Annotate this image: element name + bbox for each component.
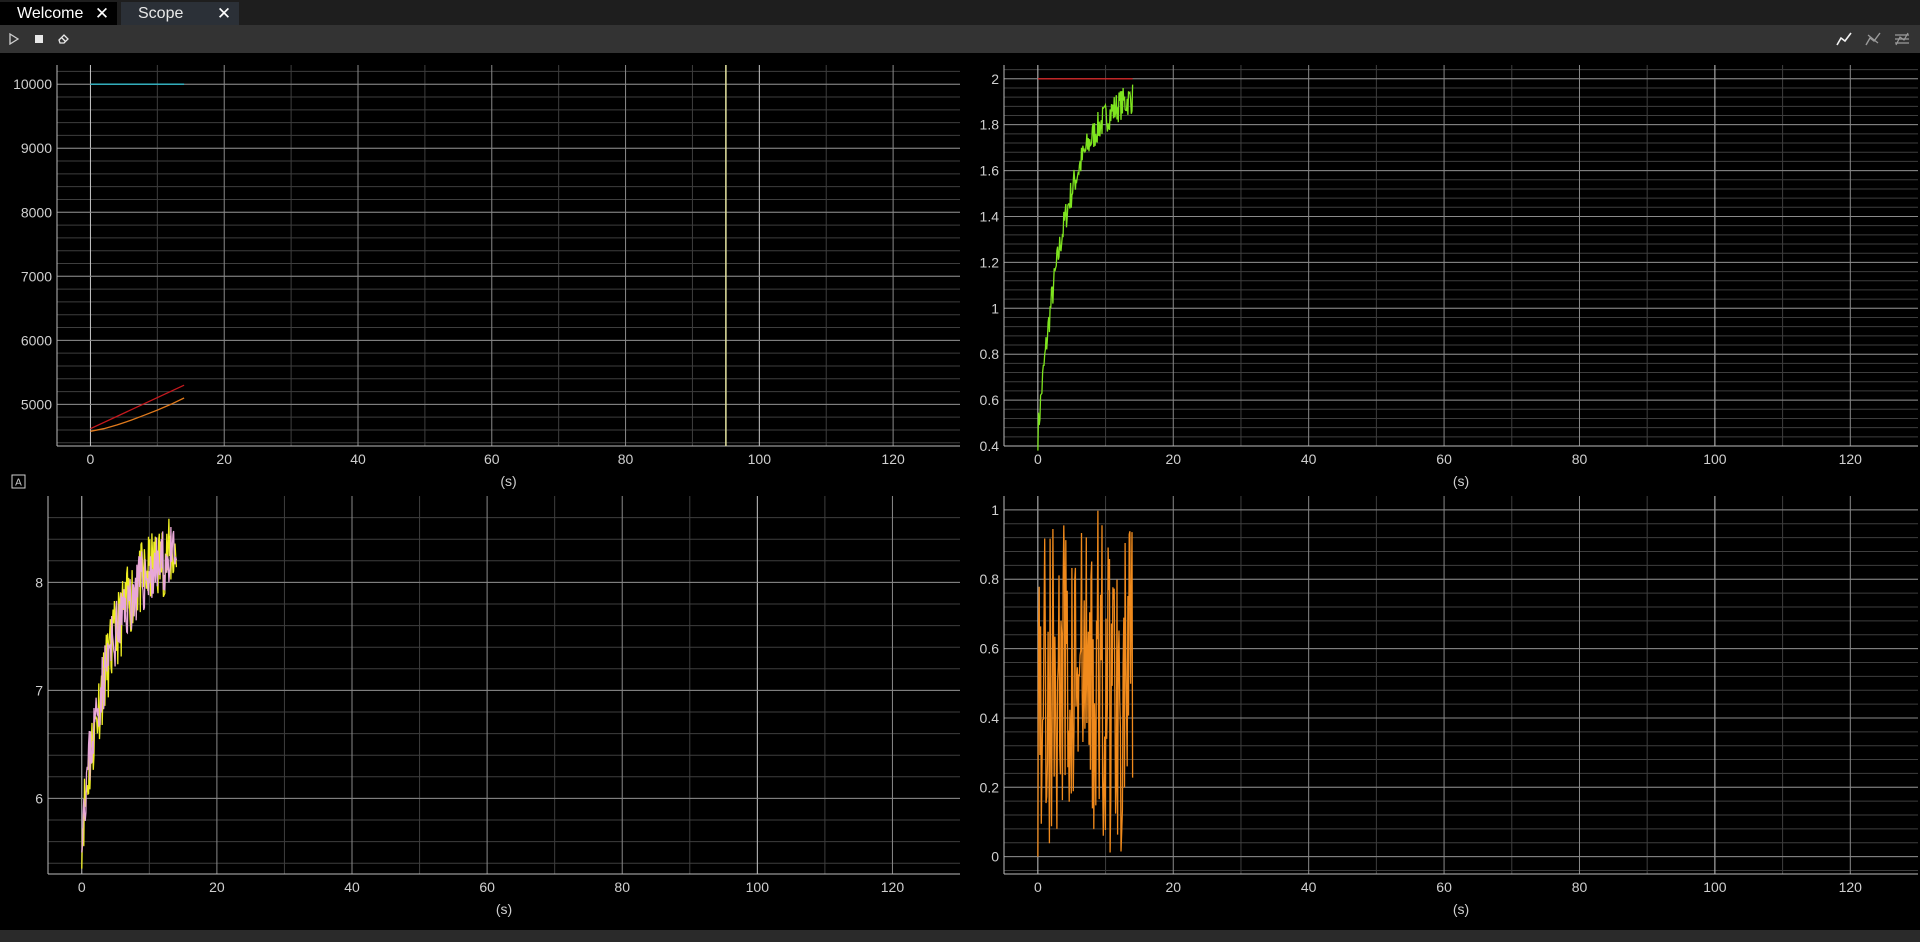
y-tick-label: 0.6 — [980, 641, 1000, 657]
y-tick-label: 10000 — [13, 76, 52, 92]
tab-welcome-label: Welcome — [17, 4, 84, 22]
series-line — [81, 526, 178, 853]
x-tick-label: 40 — [1301, 451, 1317, 467]
tab-bar: Welcome ✕ Scope ✕ — [0, 0, 1920, 25]
crossed-plot-icon[interactable] — [1864, 25, 1882, 53]
y-tick-label: 7 — [35, 682, 43, 698]
autoscale-icon[interactable]: A — [11, 474, 26, 489]
x-tick-label: 60 — [484, 451, 500, 467]
y-tick-label: 8 — [35, 574, 43, 590]
y-tick-label: 1.6 — [980, 163, 1000, 179]
x-tick-label: 120 — [1839, 879, 1863, 895]
line-plot-icon[interactable] — [1835, 25, 1853, 53]
y-tick-label: 5000 — [21, 396, 52, 412]
y-tick-label: 0 — [991, 849, 999, 865]
x-tick-label: 120 — [1839, 451, 1863, 467]
play-icon[interactable] — [6, 25, 22, 53]
x-tick-label: 80 — [1572, 879, 1588, 895]
y-tick-label: 6 — [35, 790, 43, 806]
x-tick-label: 0 — [78, 879, 86, 895]
y-tick-label: 1 — [991, 300, 999, 316]
y-tick-label: 1.4 — [980, 208, 1000, 224]
series-line — [1037, 84, 1134, 451]
x-tick-label: 20 — [209, 879, 225, 895]
x-tick-label: 0 — [1034, 451, 1042, 467]
x-tick-label: 40 — [1301, 879, 1317, 895]
x-tick-label: 60 — [479, 879, 495, 895]
x-tick-label: 20 — [216, 451, 232, 467]
x-axis-label: (s) — [500, 473, 516, 489]
x-tick-label: 40 — [350, 451, 366, 467]
y-tick-label: 0.6 — [980, 392, 1000, 408]
stop-icon[interactable] — [31, 25, 47, 53]
x-tick-label: 100 — [746, 879, 770, 895]
tab-scope-label: Scope — [138, 4, 184, 22]
series-line — [81, 518, 178, 869]
y-tick-label: 7000 — [21, 268, 52, 284]
x-tick-label: 20 — [1165, 879, 1181, 895]
series-line — [1037, 510, 1134, 857]
scope-plots: A 0 20 40 60 80 100 120 5000 6000 7000 8000 9000 100… — [0, 53, 1920, 930]
y-tick-label: 6000 — [21, 332, 52, 348]
eraser-icon[interactable] — [55, 25, 71, 53]
x-tick-label: 80 — [614, 879, 630, 895]
y-tick-label: 1 — [991, 502, 999, 518]
y-tick-label: 1.8 — [980, 117, 1000, 133]
x-tick-label: 0 — [1034, 879, 1042, 895]
tab-scope[interactable]: Scope ✕ — [121, 2, 239, 25]
x-tick-label: 120 — [881, 879, 905, 895]
svg-text:A: A — [15, 478, 22, 489]
x-tick-label: 80 — [1572, 451, 1588, 467]
x-axis-label: (s) — [1453, 901, 1469, 917]
x-axis-label: (s) — [496, 901, 512, 917]
x-tick-label: 40 — [344, 879, 360, 895]
scope-plots-svg: A 0 20 40 60 80 100 12050006000700080009000100… — [11, 65, 1918, 917]
x-tick-label: 100 — [1703, 879, 1727, 895]
y-tick-label: 0.4 — [980, 438, 1000, 454]
y-tick-label: 0.8 — [980, 346, 1000, 362]
toolbar — [0, 25, 1920, 53]
x-axis-label: (s) — [1453, 473, 1469, 489]
x-tick-label: 60 — [1436, 451, 1452, 467]
y-tick-label: 0.4 — [980, 710, 1000, 726]
status-bar — [0, 930, 1920, 942]
y-tick-label: 2 — [991, 71, 999, 87]
y-tick-label: 8000 — [21, 204, 52, 220]
tab-welcome[interactable]: Welcome ✕ — [0, 2, 117, 25]
close-icon[interactable]: ✕ — [93, 2, 111, 25]
series-line — [90, 397, 185, 432]
y-tick-label: 1.2 — [980, 254, 1000, 270]
x-tick-label: 80 — [618, 451, 634, 467]
x-tick-label: 20 — [1165, 451, 1181, 467]
x-tick-label: 100 — [1703, 451, 1727, 467]
y-tick-label: 0.8 — [980, 571, 1000, 587]
y-tick-label: 9000 — [21, 140, 52, 156]
plot-settings-icon[interactable] — [1893, 25, 1911, 53]
y-tick-label: 0.2 — [980, 779, 1000, 795]
x-tick-label: 120 — [881, 451, 905, 467]
x-tick-label: 100 — [748, 451, 772, 467]
close-icon[interactable]: ✕ — [215, 2, 233, 25]
x-tick-label: 60 — [1436, 879, 1452, 895]
x-tick-label: 0 — [87, 451, 95, 467]
